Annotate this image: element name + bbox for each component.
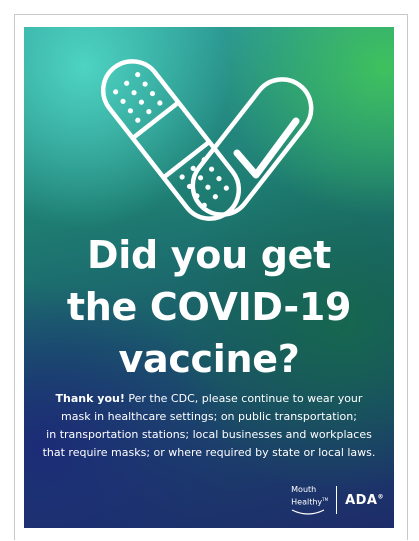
ada-logo: ADA®	[345, 493, 384, 508]
headline-line-2: the COVID-19	[66, 285, 352, 329]
body-message: Thank you! Per the CDC, please continue …	[34, 390, 384, 462]
body-line-4: that require masks; or where required by…	[42, 446, 376, 459]
body-line-1: Per the CDC, please continue to wear you…	[128, 392, 363, 405]
thank-you-text: Thank you!	[55, 392, 125, 405]
body-line-2: mask in healthcare settings; on public t…	[61, 410, 357, 423]
headline-line-3: vaccine?	[118, 337, 300, 381]
mouth-healthy-line-1: Mouth	[291, 485, 317, 495]
mouth-healthy-line-2: Healthy	[291, 497, 323, 507]
ada-text: ADA	[345, 492, 378, 508]
bandaid-checkmark-icon	[100, 59, 314, 221]
logo-bar: Mouth HealthyTM ADA®	[291, 482, 384, 518]
body-line-3: in transportation stations; local busine…	[46, 428, 372, 441]
mouth-healthy-logo: Mouth HealthyTM	[291, 485, 328, 515]
ada-registered-mark: ®	[377, 493, 384, 501]
headline: Did you get the COVID-19 vaccine?	[24, 229, 394, 385]
covid-vaccine-poster: Did you get the COVID-19 vaccine? Thank …	[24, 27, 394, 528]
mouth-healthy-tm: TM	[322, 497, 329, 503]
logo-divider	[336, 486, 338, 514]
smile-icon	[291, 509, 325, 515]
headline-line-1: Did you get	[87, 233, 331, 277]
